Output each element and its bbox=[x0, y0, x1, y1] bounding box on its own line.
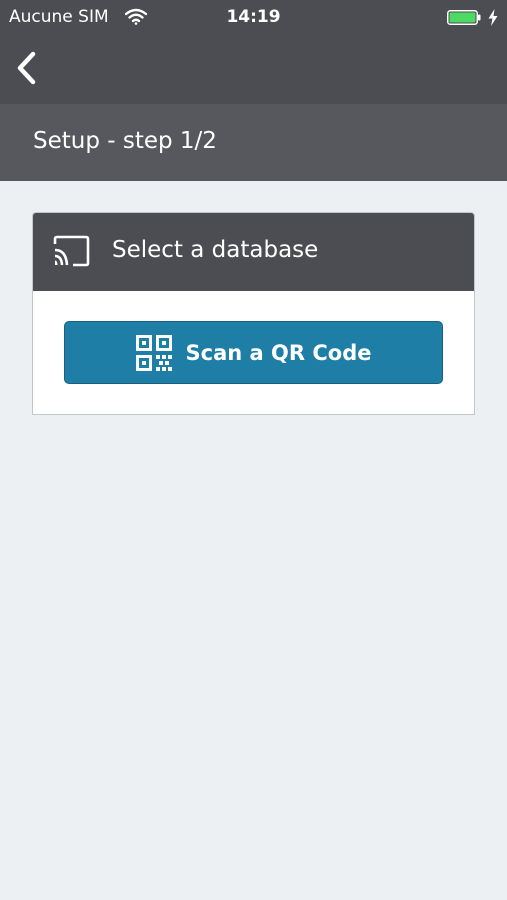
scan-qr-button[interactable]: Scan a QR Code bbox=[64, 321, 443, 384]
card-header: Select a database bbox=[33, 213, 474, 291]
battery-icon bbox=[447, 10, 481, 25]
chevron-left-icon bbox=[17, 51, 36, 85]
scan-button-label: Scan a QR Code bbox=[185, 340, 372, 365]
navigation-bar bbox=[0, 34, 507, 104]
page-title: Setup - step 1/2 bbox=[33, 128, 217, 154]
card-title: Select a database bbox=[112, 237, 319, 263]
page-header: Setup - step 1/2 bbox=[0, 104, 507, 181]
bolt-icon bbox=[488, 9, 498, 26]
status-bar: Aucune SIM 14:19 bbox=[0, 0, 507, 34]
back-button[interactable] bbox=[4, 45, 48, 91]
clock-time: 14:19 bbox=[226, 7, 281, 27]
qr-code-icon bbox=[135, 334, 172, 371]
database-card: Select a database Scan a QR Code bbox=[32, 212, 475, 415]
cast-icon bbox=[53, 235, 90, 267]
